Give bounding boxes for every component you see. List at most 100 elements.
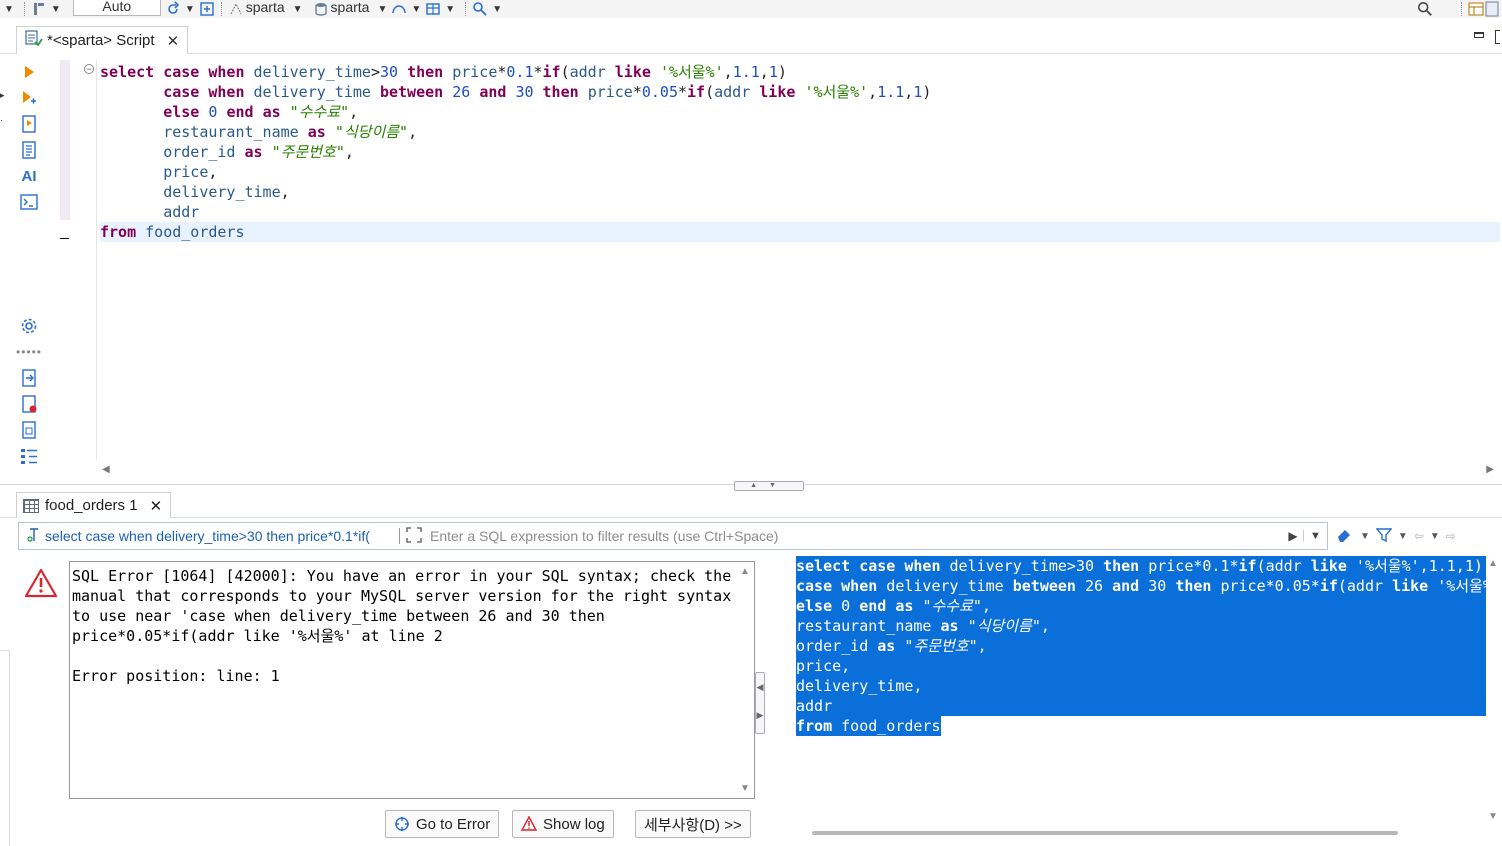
statement-ruler [60, 60, 70, 220]
transaction-log-icon[interactable] [199, 1, 215, 17]
dbeaver-perspective-icon[interactable] [1484, 1, 1500, 17]
query-horizontal-scrollbar[interactable] [812, 831, 1398, 835]
maximize-icon[interactable] [1495, 30, 1500, 44]
code-token: 0.1 [506, 63, 534, 81]
forward-icon[interactable]: ⇨ [1446, 529, 1456, 543]
transaction-mode-icon[interactable] [31, 1, 47, 17]
export-icon[interactable] [18, 368, 40, 388]
code-line[interactable]: delivery_time, [100, 182, 1500, 202]
back-icon[interactable]: ⇦ [1414, 529, 1424, 543]
close-icon[interactable]: ✕ [167, 32, 180, 50]
code-line[interactable]: addr [100, 202, 1500, 222]
go-to-error-button[interactable]: Go to Error [385, 810, 500, 838]
rollback-dropdown[interactable]: ▼ [185, 4, 195, 15]
filter-history-dropdown[interactable]: ▼ [1303, 530, 1327, 542]
code-line[interactable]: restaurant_name as "식당이름", [100, 122, 1500, 142]
details-button[interactable]: 세부사항(D) >> [635, 810, 751, 838]
scroll-down-icon[interactable]: ▼ [740, 783, 750, 794]
query-token: and [1112, 577, 1140, 595]
execute-statement-icon[interactable] [18, 62, 40, 82]
minimize-icon[interactable] [1474, 32, 1484, 38]
search-dropdown[interactable]: ▼ [492, 4, 502, 15]
execute-script-new-tab-icon[interactable] [18, 140, 40, 160]
tab-food-orders-1[interactable]: food_orders 1 ✕ [16, 492, 172, 518]
scroll-left-icon[interactable]: ◀ [102, 464, 110, 475]
selected-query-text[interactable]: select case when delivery_time>30 then p… [796, 556, 1486, 736]
code-line[interactable]: price, [100, 162, 1500, 182]
query-token: "식당이름" [967, 617, 1041, 635]
query-token: (addr [1337, 577, 1393, 595]
error-message-box[interactable]: SQL Error [1064] [42000]: You have an er… [69, 561, 755, 799]
eraser-icon[interactable] [1336, 527, 1354, 546]
ai-assistant-icon[interactable]: AI [18, 166, 40, 186]
code-token: 1.1 [732, 63, 760, 81]
caret-marker [60, 238, 69, 239]
code-token: , [868, 83, 878, 101]
split-toggle-icon[interactable]: ◀ ▶ [755, 672, 765, 734]
filter-icon[interactable] [1375, 527, 1393, 546]
expand-filter-icon[interactable] [406, 526, 422, 546]
transaction-mode-dropdown[interactable]: ▼ [51, 4, 61, 15]
code-area[interactable]: select case when delivery_time>30 then p… [100, 62, 1500, 242]
scroll-right-icon[interactable]: ▶ [1486, 464, 1494, 475]
code-token: ( [560, 63, 570, 81]
selected-query-line: restaurant_name as "식당이름", [796, 616, 1486, 636]
code-line[interactable]: case when delivery_time between 26 and 3… [100, 82, 1500, 102]
tab-sparta-script[interactable]: *<sparta> Script ✕ [16, 26, 189, 54]
scroll-up-icon[interactable]: ▲ [740, 566, 750, 577]
schema-select[interactable]: sparta [331, 0, 370, 14]
code-token: ( [705, 83, 715, 101]
commit-mode-select[interactable]: Auto [72, 0, 161, 16]
filter-dropdown[interactable]: ▼ [1398, 531, 1408, 542]
execute-statement-new-tab-icon[interactable] [18, 88, 40, 108]
apply-filter-icon[interactable]: ▶ [1283, 529, 1303, 543]
more-icon[interactable]: ••••• [16, 342, 41, 362]
execute-script-icon[interactable] [18, 114, 40, 134]
code-token: , [904, 83, 914, 101]
problems-icon[interactable] [18, 394, 40, 414]
error-vertical-scrollbar[interactable]: ▲ ▼ [738, 566, 752, 794]
sql-format-icon[interactable] [391, 1, 407, 17]
sql-editor[interactable]: − select case when delivery_time>30 then… [60, 60, 1500, 460]
scroll-up-icon[interactable]: ▲ [1488, 558, 1498, 569]
sql-format-dropdown[interactable]: ▼ [411, 4, 421, 15]
search-icon[interactable] [472, 1, 488, 17]
execute-plan-dropdown[interactable]: ▼ [445, 4, 455, 15]
variables-icon[interactable] [18, 420, 40, 440]
close-icon[interactable]: ✕ [150, 497, 163, 515]
code-token: if [542, 63, 561, 81]
terminal-icon[interactable] [18, 192, 40, 212]
fold-toggle-icon[interactable]: − [84, 64, 94, 74]
schema-dropdown[interactable]: ▼ [377, 4, 387, 15]
execute-plan-icon[interactable] [425, 1, 441, 17]
left-edge-markers: ▸ · [0, 90, 5, 125]
global-search-icon[interactable] [1417, 1, 1433, 17]
code-line[interactable]: else 0 end as "수수료", [100, 102, 1500, 122]
code-token: from [100, 223, 137, 241]
editor-horizontal-scrollbar[interactable]: ◀ ▶ [100, 462, 1500, 476]
toolbar-dropdown-arrow[interactable]: ▼ [4, 4, 14, 15]
selected-query-line: from food_orders [796, 716, 941, 736]
datasource-dropdown[interactable]: ▼ [293, 4, 303, 15]
code-line[interactable]: order_id as "주문번호", [100, 142, 1500, 162]
query-vertical-scrollbar[interactable]: ▲ ▼ [1486, 556, 1500, 824]
eraser-dropdown[interactable]: ▼ [1360, 531, 1370, 542]
datasource-select[interactable]: sparta [246, 0, 285, 14]
back-dropdown[interactable]: ▼ [1430, 531, 1440, 542]
code-token: then [542, 83, 579, 101]
code-line[interactable]: select case when delivery_time>30 then p… [100, 62, 1500, 82]
outline-icon[interactable] [18, 446, 40, 466]
grid-icon [23, 498, 39, 513]
gear-icon[interactable] [18, 316, 40, 336]
query-token: , [981, 597, 991, 615]
query-text-pane[interactable]: select case when delivery_time>30 then p… [796, 556, 1486, 824]
show-log-button[interactable]: Show log [512, 810, 614, 838]
code-line[interactable]: from food_orders [100, 222, 1500, 242]
scroll-down-icon[interactable]: ▼ [1488, 811, 1498, 822]
filter-query-label[interactable]: select case when delivery_time>30 then p… [19, 527, 393, 545]
perspective-icon[interactable] [1468, 1, 1484, 17]
filter-expression-input[interactable] [430, 528, 1283, 544]
rollback-icon[interactable] [165, 1, 181, 17]
query-token: as [877, 637, 896, 655]
